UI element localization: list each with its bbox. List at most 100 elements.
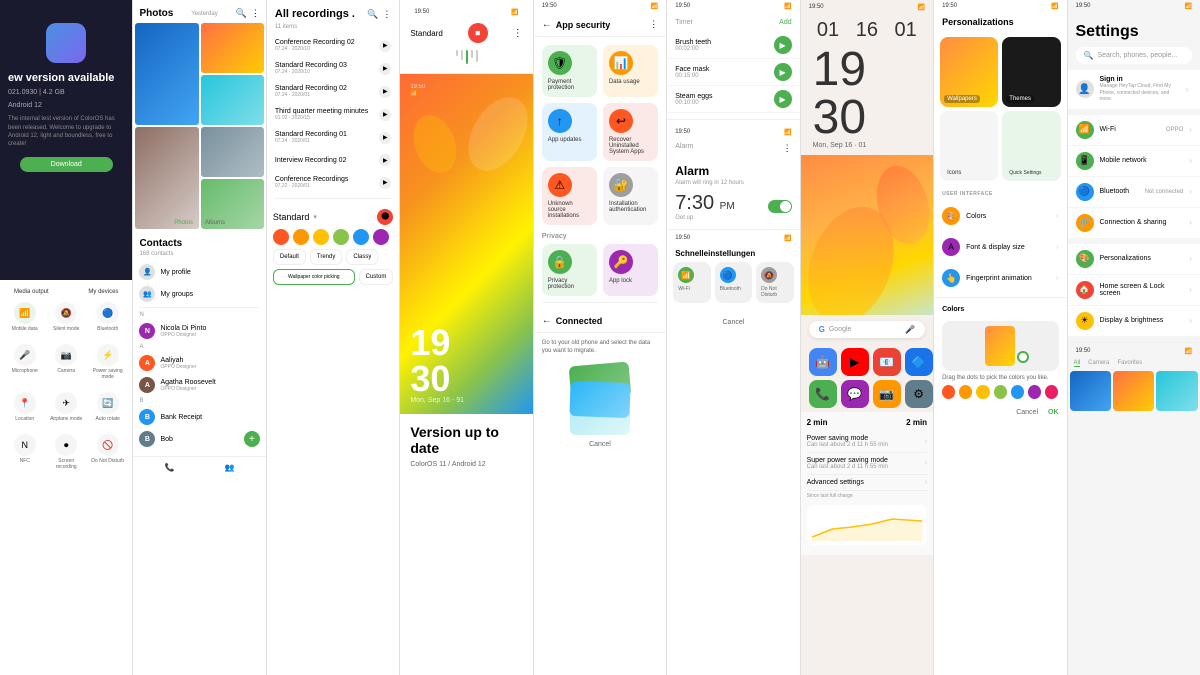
- recording-item-5[interactable]: Standard Recording 01 07.24 · 2020/01 ▶: [267, 126, 399, 149]
- mobile-network-item[interactable]: 📱 Mobile network ›: [1068, 146, 1200, 176]
- recording-item-6[interactable]: Interview Recording 02 ▶: [267, 149, 399, 171]
- app-gmail[interactable]: 📧: [873, 348, 901, 376]
- theme-custom[interactable]: Custom: [359, 269, 394, 285]
- personalizations-settings-item[interactable]: 🎨 Personalizations ›: [1068, 244, 1200, 274]
- themes-card[interactable]: Themes: [1002, 37, 1060, 107]
- theme-color-4[interactable]: [333, 229, 349, 245]
- recording-6-play[interactable]: ▶: [379, 154, 391, 166]
- recordings-more-icon[interactable]: ⋮: [382, 9, 391, 20]
- settings-search-bar[interactable]: 🔍 Search, phones, people...: [1076, 47, 1192, 64]
- qs-item-camera[interactable]: 📷 Camera: [47, 340, 84, 384]
- connected-back-icon[interactable]: ←: [542, 315, 552, 326]
- wifi-settings-item[interactable]: 📶 Wi-Fi OPPO ›: [1068, 115, 1200, 145]
- recordings-search-icon[interactable]: 🔍: [367, 9, 378, 20]
- contact-aaliyah[interactable]: A Aaliyah OPPO Designer: [139, 352, 259, 374]
- advanced-settings-item[interactable]: Advanced settings ›: [807, 475, 927, 491]
- color-dot-2[interactable]: [959, 385, 972, 399]
- power-save-item[interactable]: Power saving mode Can last about 2 d 11 …: [807, 431, 927, 453]
- color-cancel-button[interactable]: Cancel: [1016, 409, 1038, 416]
- recording-item-1[interactable]: Conference Recording 02 07.24 · 2020/10 …: [267, 34, 399, 57]
- app-settings[interactable]: ⚙: [905, 380, 933, 408]
- nav-albums[interactable]: Albums: [205, 220, 225, 226]
- schnell-bt[interactable]: 🔵 Bluetooth: [715, 262, 752, 303]
- recording-5-play[interactable]: ▶: [379, 132, 391, 144]
- security-payment[interactable]: 🛡 Payment protection: [542, 45, 597, 97]
- qs-item-nfc[interactable]: N NFC: [6, 430, 43, 474]
- timer-brush-teeth[interactable]: Brush teeth 00:02:00 ▶: [667, 32, 799, 59]
- cancel-button[interactable]: Cancel: [589, 441, 611, 448]
- recording-1-play[interactable]: ▶: [379, 40, 391, 52]
- color-dot-7[interactable]: [1045, 385, 1058, 399]
- color-dot-5[interactable]: [1011, 385, 1024, 399]
- cancel-schnell-label[interactable]: Cancel: [723, 319, 745, 326]
- wallpapers-card[interactable]: Wallpapers: [940, 37, 998, 107]
- theme-color-6[interactable]: [373, 229, 389, 245]
- privacy-protection[interactable]: 🔒 Privacy protection: [542, 244, 597, 296]
- qs-item-microphone[interactable]: 🎤 Microphone: [6, 340, 43, 384]
- gallery-tab-favorites[interactable]: Favorites: [1118, 360, 1143, 367]
- theme-trendy[interactable]: Trendy: [310, 249, 342, 265]
- photo-cell-2[interactable]: [201, 23, 264, 73]
- theme-color-3[interactable]: [313, 229, 329, 245]
- color-dot-6[interactable]: [1028, 385, 1041, 399]
- qs-item-rotate[interactable]: 🔄 Auto rotate: [89, 388, 126, 426]
- alarm-toggle[interactable]: [768, 200, 792, 213]
- timer-play-1[interactable]: ▶: [774, 36, 792, 54]
- bluetooth-settings-item[interactable]: 🔵 Bluetooth Not connected ›: [1068, 177, 1200, 207]
- add-contact-button[interactable]: +: [244, 431, 260, 447]
- recording-item-4[interactable]: Third quarter meeting minutes 01.02 · 20…: [267, 103, 399, 126]
- security-data[interactable]: 📊 Data usage: [603, 45, 658, 97]
- gallery-tab-all[interactable]: All: [1074, 360, 1081, 367]
- alarm-more-icon[interactable]: ⋮: [783, 143, 792, 154]
- font-nav-item[interactable]: A Font & display size ›: [934, 232, 1066, 262]
- fingerprint-nav-item[interactable]: 👆 Fingerprint animation ›: [934, 263, 1066, 293]
- qs-item-power[interactable]: ⚡ Power saving mode: [89, 340, 126, 384]
- download-button[interactable]: Download: [20, 157, 113, 172]
- app-youtube[interactable]: ▶: [841, 348, 869, 376]
- contact-bank[interactable]: B Bank Receipt: [139, 406, 259, 428]
- photo-cell-3[interactable]: [201, 75, 264, 125]
- recording-3-play[interactable]: ▶: [379, 86, 391, 98]
- qs-item-screen-rec[interactable]: ⏺ Screen recording: [47, 430, 84, 474]
- color-ok-button[interactable]: OK: [1048, 409, 1059, 416]
- recording-item-7[interactable]: Conference Recordings 07.22 · 2020/01 ▶: [267, 171, 399, 194]
- timer-face-mask[interactable]: Face mask 00:15:00 ▶: [667, 59, 799, 86]
- theme-default[interactable]: Default: [273, 249, 306, 265]
- thumb-1[interactable]: [1070, 371, 1111, 411]
- colors-nav-item[interactable]: 🎨 Colors ›: [934, 201, 1066, 231]
- theme-classy[interactable]: Classy: [346, 249, 378, 265]
- app-google[interactable]: 🔷: [905, 348, 933, 376]
- display-brightness-item[interactable]: ☀ Display & brightness ›: [1068, 306, 1200, 336]
- color-dot-4[interactable]: [994, 385, 1007, 399]
- qs-item-airplane[interactable]: ✈ Airplane mode: [47, 388, 84, 426]
- theme-color-2[interactable]: [293, 229, 309, 245]
- security-install-auth[interactable]: 🔐 Installation authentication: [603, 167, 658, 225]
- theme-color-1[interactable]: [273, 229, 289, 245]
- contact-nicola[interactable]: N Nicola Di Pinto OPPO Designer: [139, 320, 259, 342]
- gallery-tab-camera[interactable]: Camera: [1088, 360, 1109, 367]
- search-icon[interactable]: 🔍: [236, 8, 247, 19]
- back-arrow-icon[interactable]: ←: [542, 19, 552, 30]
- timer-add-button[interactable]: Add: [779, 19, 791, 26]
- color-picker-dot[interactable]: [1017, 351, 1029, 363]
- quick-settings-card[interactable]: Quick Settings: [1002, 111, 1060, 181]
- schnell-do-not-disturb[interactable]: 🔕 Do Not Disturb: [756, 262, 793, 303]
- photo-cell-1[interactable]: [135, 23, 198, 125]
- record-button[interactable]: ⏺: [377, 209, 393, 225]
- more-recording-icon[interactable]: ⋮: [513, 28, 523, 39]
- connection-sharing-item[interactable]: 🔗 Connection & sharing ›: [1068, 208, 1200, 238]
- contact-agatha[interactable]: A Agatha Roosevelt OPPO Designer: [139, 374, 259, 396]
- thumb-2[interactable]: [1113, 371, 1154, 411]
- security-more-icon[interactable]: ⋮: [649, 19, 658, 30]
- photo-cell-4[interactable]: [135, 127, 198, 229]
- wallpaper-color-picking[interactable]: Wallpaper color picking: [273, 269, 355, 285]
- recording-4-play[interactable]: ▶: [379, 109, 391, 121]
- qs-item-location[interactable]: 📍 Location: [6, 388, 43, 426]
- thumb-3[interactable]: [1156, 371, 1197, 411]
- schnell-wifi[interactable]: 📶 Wi-Fi: [673, 262, 710, 303]
- super-power-item[interactable]: Super power saving mode Can last about 2…: [807, 453, 927, 475]
- timer-play-3[interactable]: ▶: [774, 90, 792, 108]
- timer-steam-eggs[interactable]: Steam eggs 00:10:00 ▶: [667, 86, 799, 113]
- app-camera[interactable]: 📷: [873, 380, 901, 408]
- security-recover[interactable]: ↩ Recover Uninstalled System Apps: [603, 103, 658, 161]
